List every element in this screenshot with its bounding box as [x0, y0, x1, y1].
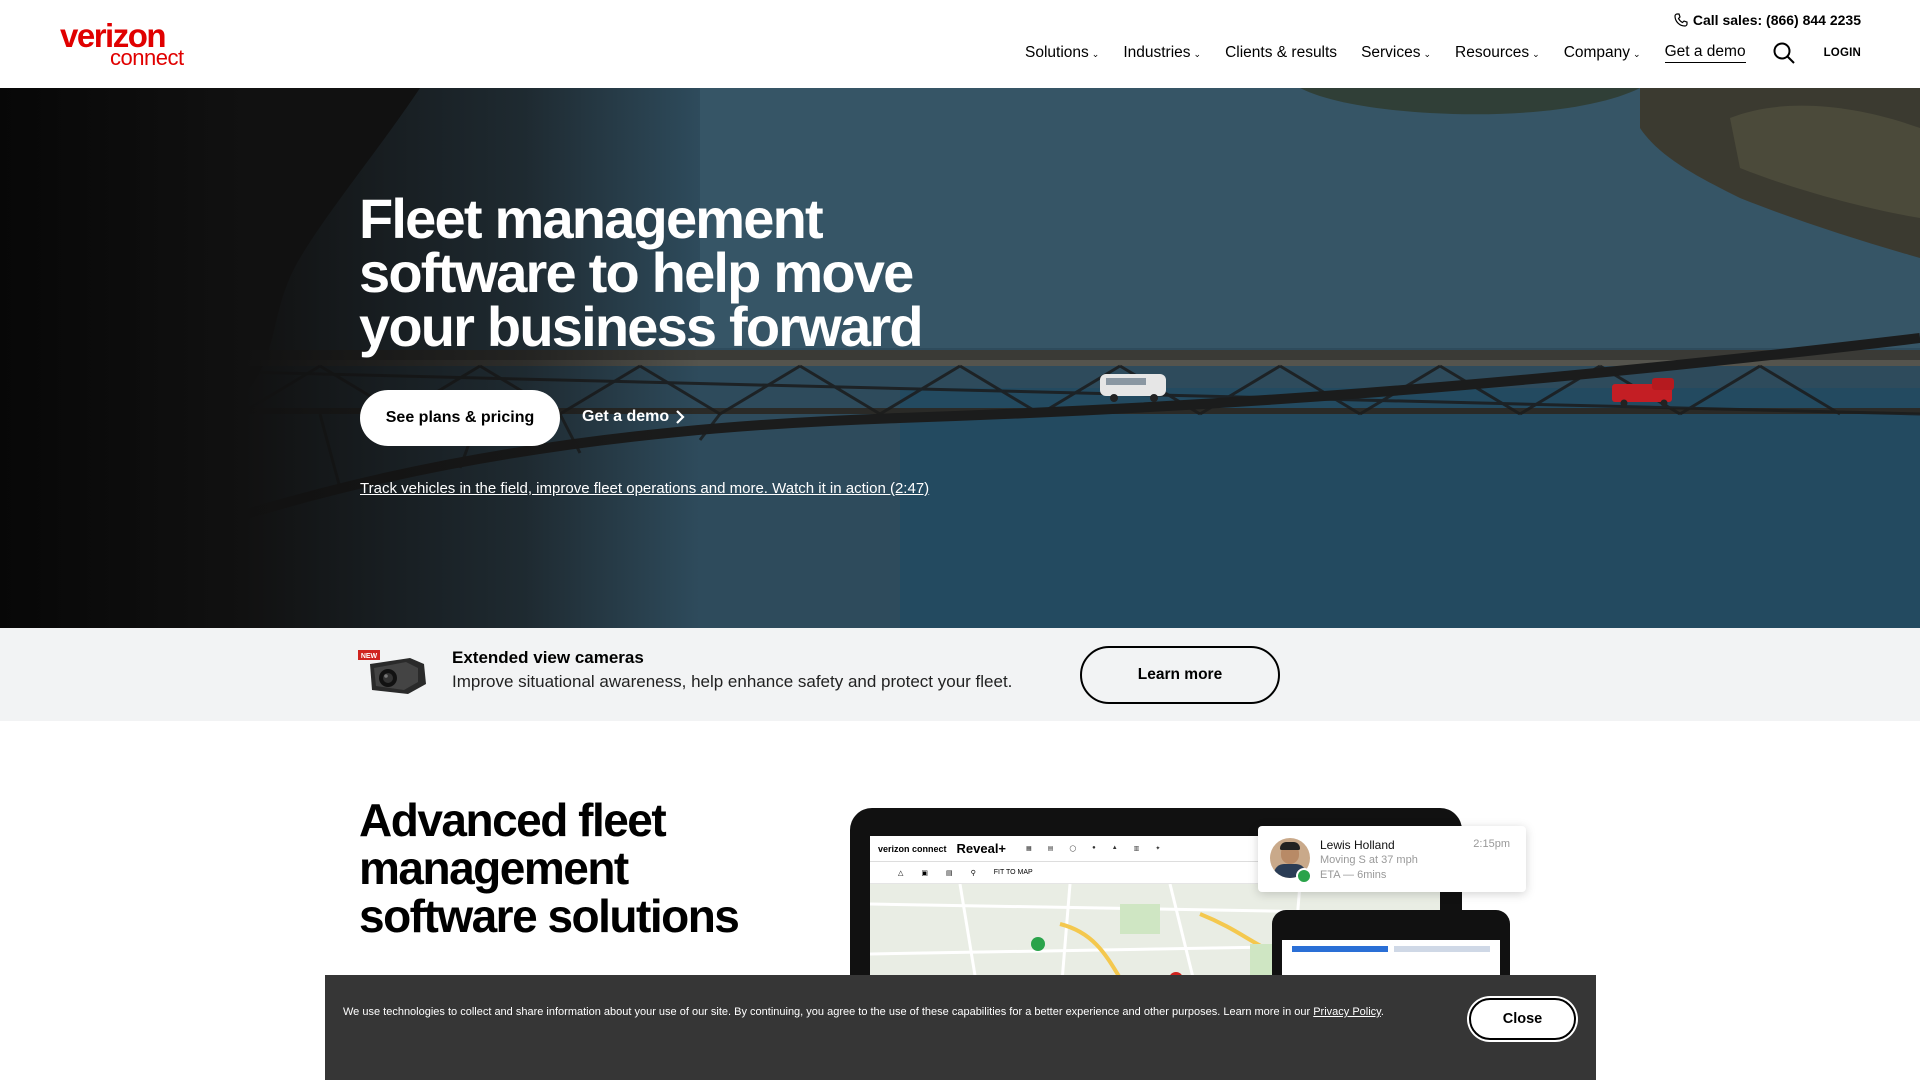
alerts-tab-icon: ▲ — [1111, 845, 1118, 851]
driver-eta: ETA — 6mins — [1320, 869, 1387, 881]
driver-notification-card: Lewis Holland 2:15pm Moving S at 37 mph … — [1258, 826, 1526, 892]
cookie-text: We use technologies to collect and share… — [343, 1005, 1453, 1019]
layers-icon: △ — [898, 869, 904, 877]
phone-icon — [1674, 13, 1688, 27]
chevron-right-icon — [676, 410, 685, 424]
learn-more-button[interactable]: Learn more — [1080, 646, 1280, 704]
chevron-down-icon: ⌄ — [1532, 49, 1540, 59]
call-sales-text: Call sales: (866) 844 2235 — [1692, 12, 1861, 28]
nav-label: Get a demo — [1664, 43, 1746, 60]
hero-shade — [0, 88, 700, 628]
app-tabs: ▦ ▤ ◯ ● ▲ ▥ ✦ — [1026, 845, 1160, 852]
driver-name: Lewis Holland — [1320, 838, 1395, 852]
app-brand: verizon connect — [878, 843, 947, 854]
tablet-tab-active — [1292, 946, 1388, 952]
fleet-service-tab-icon: ✦ — [1155, 846, 1161, 852]
truck-icon: ▣ — [921, 869, 929, 877]
nav-label: Company — [1563, 44, 1631, 61]
driver-status: Moving S at 37 mph — [1320, 854, 1418, 866]
hero-get-demo-link[interactable]: Get a demo — [582, 408, 685, 426]
privacy-policy-link[interactable]: Privacy Policy — [1313, 1006, 1381, 1018]
nav-label: Services — [1361, 44, 1421, 61]
tablet-tab — [1394, 946, 1490, 952]
search-icon[interactable] — [1772, 41, 1796, 65]
notification-time: 2:15pm — [1473, 838, 1510, 850]
advanced-section-title: Advanced fleet management software solut… — [359, 794, 740, 942]
nav-solutions[interactable]: Solutions ⌄ — [1025, 44, 1099, 62]
nav-services[interactable]: Services ⌄ — [1361, 44, 1431, 62]
chevron-down-icon: ⌄ — [1423, 49, 1432, 59]
nav-industries[interactable]: Industries ⌄ — [1123, 44, 1201, 62]
watch-video-link[interactable]: Track vehicles in the field, improve fle… — [360, 480, 929, 497]
verizon-connect-logo[interactable]: verizon connect — [60, 18, 190, 70]
chevron-down-icon: ⌄ — [1633, 49, 1641, 59]
nav-label: Resources — [1455, 44, 1530, 61]
login-link[interactable]: LOGIN — [1824, 47, 1861, 59]
nav-label: Industries — [1123, 44, 1191, 61]
chevron-down-icon: ⌄ — [1193, 49, 1202, 59]
map-search-icon: ⚲ — [970, 869, 976, 877]
nav-resources[interactable]: Resources ⌄ — [1455, 44, 1540, 62]
avatar-hair — [1280, 842, 1300, 850]
see-plans-pricing-button[interactable]: See plans & pricing — [360, 390, 560, 446]
chevron-down-icon: ⌄ — [1091, 49, 1100, 59]
replay-tab-icon: ◯ — [1069, 846, 1077, 852]
moving-arrow-icon — [1296, 868, 1312, 884]
map-tab-icon: ▦ — [1026, 846, 1032, 852]
promo-title: Extended view cameras — [452, 648, 644, 667]
nav-label: Solutions — [1025, 44, 1089, 61]
new-badge: NEW — [361, 653, 378, 660]
dashboard-tab-icon: ▥ — [1133, 846, 1140, 852]
hero-get-demo-label: Get a demo — [582, 408, 670, 425]
app-name: Reveal+ — [956, 841, 1007, 856]
call-sales-link[interactable]: Call sales: (866) 844 2235 — [1673, 12, 1861, 28]
tablet-tabs — [1292, 946, 1490, 958]
main-nav: Solutions ⌄ Industries ⌄ Clients & results… — [1001, 42, 1861, 64]
fit-to-map-button: FIT TO MAP — [993, 869, 1033, 876]
cookie-banner: We use technologies to collect and share… — [325, 975, 1596, 1080]
hero-banner: Fleet management software to help move y… — [0, 88, 1920, 628]
cookie-message-end: . — [1380, 1006, 1384, 1018]
nav-get-a-demo[interactable]: Get a demo — [1664, 43, 1746, 63]
reports-tab-icon: ▤ — [1047, 846, 1054, 852]
list-icon: ▤ — [946, 869, 953, 877]
nav-label: Clients & results — [1225, 44, 1338, 61]
promo-strip: NEW Extended view cameras Improve situat… — [0, 628, 1920, 721]
promo-description: Improve situational awareness, help enha… — [452, 672, 1013, 691]
camera-product-image: NEW — [358, 650, 426, 694]
logo-subwordmark: connect — [110, 45, 184, 70]
nav-company[interactable]: Company ⌄ — [1564, 44, 1641, 62]
places-tab-icon: ● — [1092, 845, 1096, 851]
cookie-message: We use technologies to collect and share… — [343, 1006, 1314, 1018]
nav-clients-results[interactable]: Clients & results — [1225, 44, 1337, 62]
site-header: verizon connect Call sales: (866) 844 22… — [0, 0, 1920, 88]
cookie-close-button[interactable]: Close — [1469, 998, 1576, 1040]
hero-title: Fleet management software to help move y… — [359, 187, 924, 358]
